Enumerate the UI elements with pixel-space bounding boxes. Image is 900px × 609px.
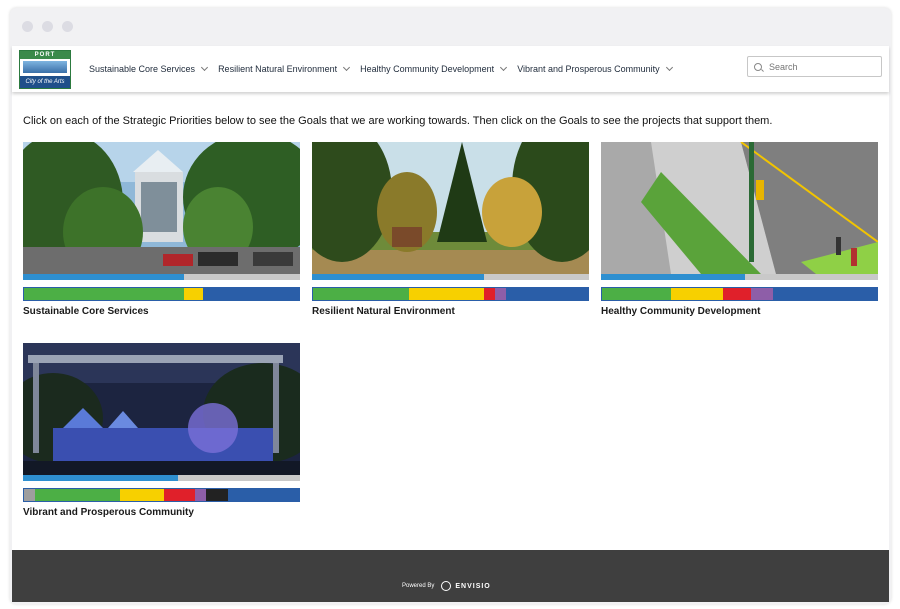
priority-card-title[interactable]: Resilient Natural Environment <box>312 306 455 317</box>
page: PORT MOODY City of the Arts Sustainable … <box>12 46 889 602</box>
goal-status-segment[interactable] <box>194 489 206 501</box>
logo-top-text: PORT MOODY <box>20 51 70 66</box>
powered-by-label: Powered By <box>402 583 435 589</box>
goal-status-segment[interactable] <box>750 288 773 300</box>
nav-item-vibrant-prosperous-community[interactable]: Vibrant and Prosperous Community <box>517 63 673 74</box>
goal-status-segment[interactable] <box>120 489 165 501</box>
goal-status-bar[interactable] <box>601 287 878 301</box>
powered-by[interactable]: Powered By ENVISIO <box>402 581 491 591</box>
goal-status-segment[interactable] <box>313 288 410 300</box>
priority-photo-outdoor-concert[interactable] <box>23 343 300 475</box>
goal-status-segment[interactable] <box>723 288 751 300</box>
window-dot-close[interactable] <box>22 21 33 32</box>
search-icon <box>754 62 762 71</box>
site-header: PORT MOODY City of the Arts Sustainable … <box>12 46 889 92</box>
goal-status-segment[interactable] <box>670 288 723 300</box>
progress-bar <box>23 475 300 481</box>
nav-item-label: Vibrant and Prosperous Community <box>517 64 660 74</box>
goal-status-bar[interactable] <box>23 287 300 301</box>
goal-status-segment[interactable] <box>494 288 506 300</box>
nav-item-label: Sustainable Core Services <box>89 64 196 74</box>
logo-mountain-graphic <box>23 61 67 73</box>
progress-bar <box>312 274 589 280</box>
progress-bar <box>601 274 878 280</box>
priority-photo-street-crossing[interactable] <box>601 142 878 274</box>
intro-text: Click on each of the Strategic Prioritie… <box>23 115 773 127</box>
nav-item-sustainable-core-services[interactable]: Sustainable Core Services <box>89 63 209 74</box>
goal-status-segment[interactable] <box>202 288 299 300</box>
priority-photo-forest-park[interactable] <box>312 142 589 274</box>
chevron-down-icon <box>201 63 209 72</box>
goal-status-segment[interactable] <box>35 489 121 501</box>
nav-item-label: Resilient Natural Environment <box>218 64 338 74</box>
nav-item-healthy-community-development[interactable]: Healthy Community Development <box>360 63 508 74</box>
goal-status-segment[interactable] <box>483 288 495 300</box>
browser-window: PORT MOODY City of the Arts Sustainable … <box>10 8 891 604</box>
progress-bar-fill <box>312 274 484 280</box>
window-dot-minimize[interactable] <box>42 21 53 32</box>
progress-bar-fill <box>23 274 184 280</box>
goal-status-segment[interactable] <box>409 288 484 300</box>
nav-item-resilient-natural-environment[interactable]: Resilient Natural Environment <box>218 63 351 74</box>
logo-tagline: City of the Arts <box>20 76 70 88</box>
goal-status-bar[interactable] <box>312 287 589 301</box>
chevron-down-icon <box>665 63 673 72</box>
chevron-down-icon <box>343 63 351 72</box>
goal-status-segment[interactable] <box>164 489 195 501</box>
goal-status-segment[interactable] <box>772 288 877 300</box>
nav-item-label: Healthy Community Development <box>360 64 495 74</box>
goal-status-segment[interactable] <box>505 288 588 300</box>
search-box[interactable] <box>747 56 882 77</box>
envisio-brand: ENVISIO <box>455 582 491 590</box>
goal-status-segment[interactable] <box>24 288 184 300</box>
progress-bar-fill <box>23 475 179 481</box>
site-footer: Powered By ENVISIO <box>12 550 889 602</box>
chevron-down-icon <box>500 63 508 72</box>
city-logo[interactable]: PORT MOODY City of the Arts <box>19 50 71 89</box>
goal-status-segment[interactable] <box>602 288 671 300</box>
progress-bar-fill <box>601 274 746 280</box>
priority-card-title[interactable]: Sustainable Core Services <box>23 306 149 317</box>
search-input[interactable] <box>767 60 881 73</box>
goal-status-segment[interactable] <box>205 489 228 501</box>
priority-card-title[interactable]: Healthy Community Development <box>601 306 760 317</box>
goal-status-segment[interactable] <box>183 288 203 300</box>
goal-status-bar[interactable] <box>23 488 300 502</box>
goal-status-segment[interactable] <box>227 489 299 501</box>
priority-card-title[interactable]: Vibrant and Prosperous Community <box>23 507 194 518</box>
progress-bar <box>23 274 300 280</box>
main-nav: Sustainable Core Services Resilient Natu… <box>89 46 683 92</box>
priority-photo-town-centre[interactable] <box>23 142 300 274</box>
window-dot-maximize[interactable] <box>62 21 73 32</box>
goal-status-segment[interactable] <box>24 489 35 501</box>
window-controls <box>22 21 73 32</box>
envisio-logo-icon <box>441 581 452 591</box>
